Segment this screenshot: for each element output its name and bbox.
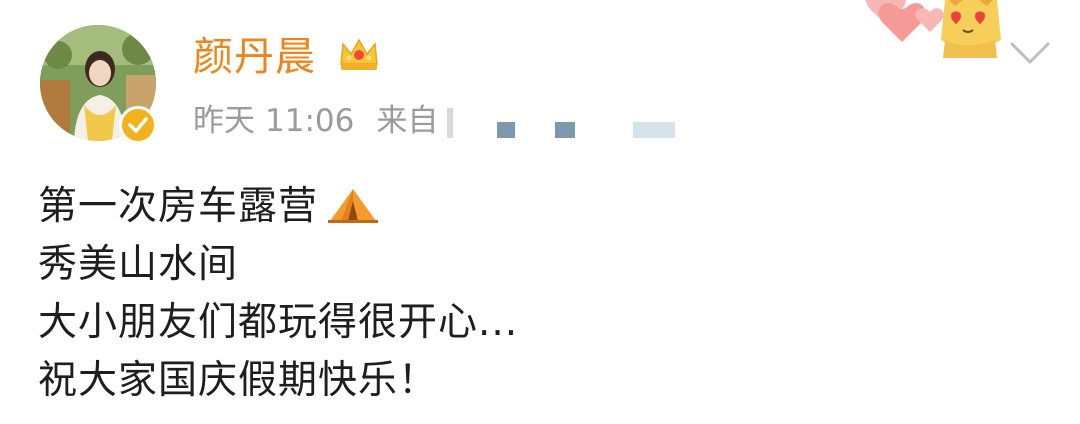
post-source-label: 来自 bbox=[376, 103, 439, 139]
chevron-down-icon[interactable] bbox=[1008, 38, 1052, 68]
post-line-1-text: 第一次房车露营 bbox=[38, 184, 319, 229]
post-line-3: 大小朋友们都玩得很开心... bbox=[38, 300, 519, 345]
blurred-source-name[interactable] bbox=[445, 100, 685, 144]
post-meta: 昨天 11:06 来自 bbox=[193, 102, 438, 140]
post-day: 昨天 bbox=[193, 103, 255, 139]
post-line-4: 祝大家国庆假期快乐！ bbox=[38, 358, 439, 403]
crown-icon[interactable] bbox=[337, 34, 381, 74]
weibo-post-card: 颜丹晨 昨天 11:06 来自 第一次房车露营 秀美山水间 大小朋友们都玩得很开… bbox=[0, 0, 1080, 424]
post-body: 第一次房车露营 秀美山水间 大小朋友们都玩得很开心... 祝大家国庆假期快乐！ bbox=[38, 178, 1018, 410]
post-line-1: 第一次房车露营 bbox=[38, 178, 1018, 236]
tent-icon bbox=[328, 189, 379, 223]
post-line-2: 秀美山水间 bbox=[38, 242, 239, 287]
verified-badge-icon bbox=[119, 106, 157, 144]
hearts-decoration-icon bbox=[866, 0, 944, 43]
post-time: 11:06 bbox=[265, 103, 355, 139]
username[interactable]: 颜丹晨 bbox=[193, 34, 316, 80]
cat-sticker-icon bbox=[941, 0, 1001, 58]
